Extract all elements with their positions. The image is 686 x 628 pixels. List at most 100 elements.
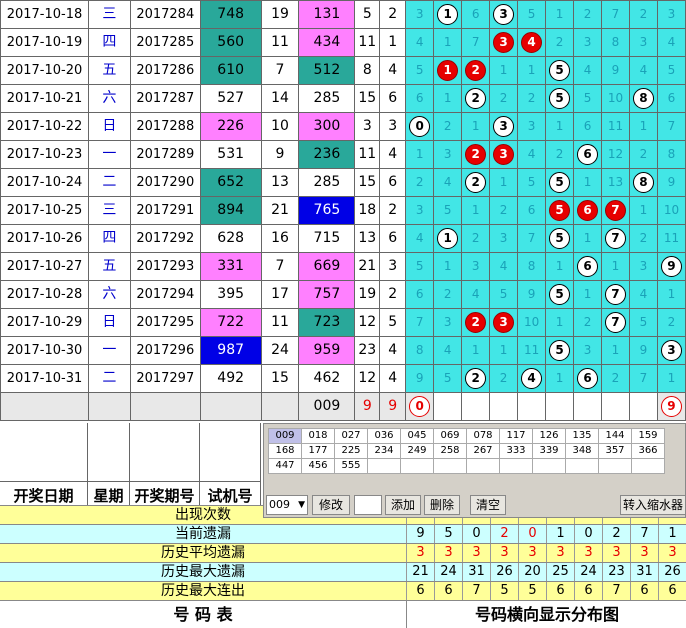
filter-number-cell[interactable] xyxy=(631,458,665,474)
filter-number-cell[interactable] xyxy=(565,458,599,474)
filter-number-cell[interactable]: 126 xyxy=(532,428,566,444)
miss-count: 3 xyxy=(583,35,592,49)
summary-cell xyxy=(461,392,491,421)
distribution-cell: 1 xyxy=(461,112,491,141)
issue-cell: 2017287 xyxy=(129,84,201,113)
distribution-cell: 1 xyxy=(433,224,463,253)
trial-number-cell: 492 xyxy=(199,364,262,393)
distribution-cell: 6 xyxy=(573,364,602,393)
filter-number-cell[interactable]: 339 xyxy=(532,443,566,459)
distribution-cell: 5 xyxy=(545,336,575,365)
filter-number-cell[interactable]: 144 xyxy=(598,428,632,444)
sum-cell: 17 xyxy=(260,280,300,309)
filter-number-cell[interactable] xyxy=(433,458,467,474)
summary-cell xyxy=(489,392,519,421)
trial-number-cell: 652 xyxy=(199,168,262,197)
filter-number-cell[interactable]: 135 xyxy=(565,428,599,444)
stat-values: 6675566766 xyxy=(406,582,686,601)
distribution-cell: 3 xyxy=(461,252,491,281)
stat-value: 31 xyxy=(462,563,490,582)
stat-value: 6 xyxy=(546,582,574,601)
filter-number-cell[interactable]: 009 xyxy=(268,428,302,444)
sum-cell: 11 xyxy=(260,308,300,337)
number-input[interactable] xyxy=(354,495,382,515)
hit-ball: 8 xyxy=(632,88,654,109)
filter-number-cell[interactable] xyxy=(400,458,434,474)
distribution-cell: 5 xyxy=(405,56,435,85)
miss-count: 9 xyxy=(527,287,536,301)
filter-number-cell[interactable]: 018 xyxy=(301,428,335,444)
shrink-button[interactable]: 转入缩水器 xyxy=(620,495,686,515)
distribution-cell: 10 xyxy=(656,196,686,225)
miss-count: 1 xyxy=(471,203,480,217)
filter-number-cell[interactable]: 168 xyxy=(268,443,302,459)
stat-value: 6 xyxy=(630,582,658,601)
miss-count: 7 xyxy=(639,371,648,385)
miss-count: 7 xyxy=(471,35,480,49)
value-b-cell: 4 xyxy=(379,364,407,393)
filter-number-cell[interactable]: 069 xyxy=(433,428,467,444)
delete-button[interactable]: 删除 xyxy=(424,495,460,515)
distribution-cell: 8 xyxy=(628,84,658,113)
filter-number-cell[interactable]: 456 xyxy=(301,458,335,474)
filter-number-cell[interactable]: 333 xyxy=(499,443,533,459)
stat-value: 6 xyxy=(574,582,602,601)
hit-ball: 1 xyxy=(437,228,459,249)
stat-value: 6 xyxy=(406,582,434,601)
filter-number-cell[interactable] xyxy=(367,458,401,474)
filter-number-cell[interactable]: 159 xyxy=(631,428,665,444)
miss-count: 8 xyxy=(527,259,536,273)
hit-red-ball: 1 xyxy=(437,60,459,81)
filter-number-cell[interactable]: 234 xyxy=(367,443,401,459)
filter-number-cell[interactable]: 225 xyxy=(334,443,368,459)
filter-number-cell[interactable] xyxy=(499,458,533,474)
distribution-cell: 7 xyxy=(601,0,630,29)
filter-number-cell[interactable]: 267 xyxy=(466,443,500,459)
filter-number-cell[interactable]: 117 xyxy=(499,428,533,444)
value-b-cell: 4 xyxy=(379,336,407,365)
clear-button[interactable]: 清空 xyxy=(470,495,506,515)
distribution-cell: 10 xyxy=(601,84,630,113)
add-button[interactable]: 添加 xyxy=(385,495,421,515)
number-select[interactable]: 009 ▼ xyxy=(266,495,308,515)
filter-number-cell[interactable]: 447 xyxy=(268,458,302,474)
filter-number-cell[interactable]: 366 xyxy=(631,443,665,459)
number-select-value: 009 xyxy=(269,498,290,511)
issue-cell: 2017290 xyxy=(129,168,201,197)
filter-number-cell[interactable]: 036 xyxy=(367,428,401,444)
distribution-cell: 2 xyxy=(461,84,491,113)
filter-number-cell[interactable]: 078 xyxy=(466,428,500,444)
distribution-cell: 5 xyxy=(545,224,575,253)
distribution-cell: 0 xyxy=(405,112,435,141)
distribution-cell: 3 xyxy=(405,0,435,29)
filter-number-cell[interactable] xyxy=(598,458,632,474)
filter-number-cell[interactable]: 258 xyxy=(433,443,467,459)
edit-button[interactable]: 修改 xyxy=(312,495,350,515)
distribution-cell: 2 xyxy=(517,84,547,113)
stat-value: 26 xyxy=(490,563,518,582)
sum-cell: 7 xyxy=(260,252,300,281)
miss-count: 1 xyxy=(639,203,648,217)
filter-number-cell[interactable] xyxy=(532,458,566,474)
chevron-down-icon: ▼ xyxy=(298,500,305,510)
filter-number-cell[interactable]: 045 xyxy=(400,428,434,444)
miss-count: 1 xyxy=(527,63,536,77)
draw-number-cell: 285 xyxy=(298,168,356,197)
filter-number-cell[interactable]: 249 xyxy=(400,443,434,459)
miss-count: 4 xyxy=(443,343,452,357)
hit-ball: 6 xyxy=(577,144,599,165)
filter-number-cell[interactable] xyxy=(466,458,500,474)
week-cell: 二 xyxy=(87,364,131,393)
date-cell: 2017-10-21 xyxy=(0,84,89,113)
distribution-cell: 7 xyxy=(601,280,630,309)
filter-number-cell[interactable]: 555 xyxy=(334,458,368,474)
filter-number-cell[interactable]: 177 xyxy=(301,443,335,459)
distribution-cell: 1 xyxy=(656,280,686,309)
filter-number-cell[interactable]: 357 xyxy=(598,443,632,459)
filter-number-cell[interactable]: 348 xyxy=(565,443,599,459)
miss-count: 3 xyxy=(583,343,592,357)
miss-count: 5 xyxy=(499,287,508,301)
distribution-cell: 11 xyxy=(517,336,547,365)
filter-number-cell[interactable]: 027 xyxy=(334,428,368,444)
distribution-cell: 1 xyxy=(573,224,602,253)
